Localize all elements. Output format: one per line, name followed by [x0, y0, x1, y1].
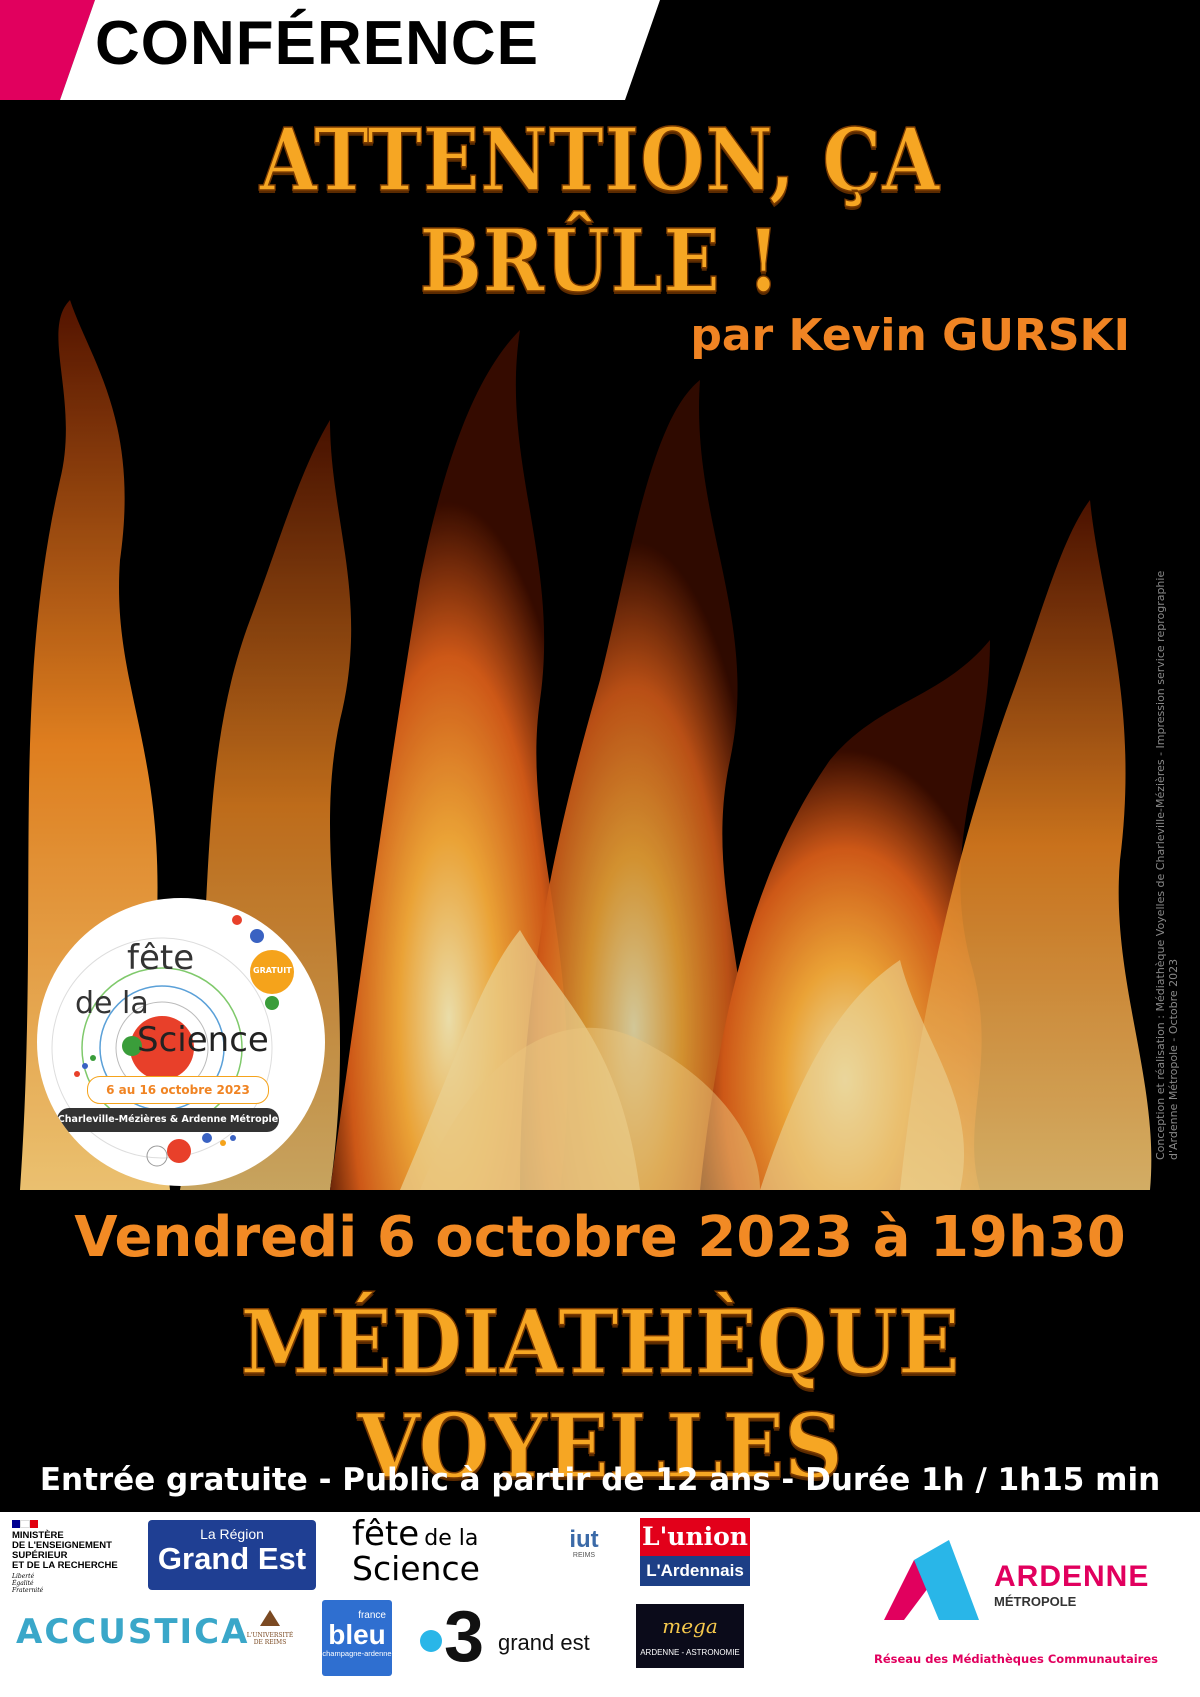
grand-est-logo: La Région Grand Est: [148, 1520, 316, 1590]
blue-dot-icon: [420, 1630, 442, 1652]
region-big: Grand Est: [157, 1541, 307, 1576]
event-info: Entrée gratuite - Public à partir de 12 …: [39, 1462, 1161, 1498]
crest-icon: [260, 1610, 280, 1626]
lunion-logo: L'union L'Ardennais: [640, 1518, 750, 1588]
fete-word: fête: [352, 1514, 420, 1554]
ardennais-word: L'Ardennais: [640, 1556, 750, 1586]
france3-logo: 3 grand est: [418, 1597, 608, 1677]
science-word: Science: [352, 1549, 480, 1588]
ardenne-metropole-logo: ARDENNE MÉTROPOLE Réseau des Médiathèque…: [870, 1540, 1190, 1690]
badge-fete: fête: [127, 938, 195, 978]
urca-logo: L'UNIVERSITÉ DE REIMS: [242, 1608, 298, 1646]
flag-icon: [12, 1520, 38, 1528]
event-date: Vendredi 6 octobre 2023 à 19h30: [74, 1205, 1126, 1270]
metropole-word: MÉTROPOLE: [994, 1594, 1077, 1609]
motto-2: Égalité: [12, 1580, 34, 1587]
iut-sub: REIMS: [572, 1552, 596, 1559]
badge-dates: 6 au 16 octobre 2023: [87, 1076, 269, 1104]
reseau-text: Réseau des Médiathèques Communautaires: [874, 1652, 1159, 1666]
poster-title: ATTENTION, ÇA BRÛLE !: [259, 109, 941, 313]
fete-science-badge: fête de la Science GRATUIT 6 au 16 octob…: [37, 898, 325, 1186]
ardenne-word: ARDENNE: [994, 1560, 1150, 1593]
france-bleu-logo: france bleu champagne-ardenne: [322, 1600, 392, 1676]
union-word: L'union: [640, 1518, 750, 1556]
motto-1: Liberté: [12, 1573, 35, 1580]
motto-3: Fraternité: [12, 1587, 44, 1594]
badge-place: Charleville-Mézières & Ardenne Métrople: [57, 1108, 279, 1132]
iut-logo: iut REIMS: [558, 1526, 610, 1560]
omega-sub: ARDENNE - ASTRONOMIE: [640, 1648, 740, 1657]
sponsor-footer: MINISTÈRE DE L'ENSEIGNEMENT SUPÉRIEUR ET…: [0, 1512, 1200, 1697]
fete-science-logo: fête de la Science: [352, 1514, 522, 1588]
credit-text: Conception et réalisation : Médiathèque …: [1154, 570, 1180, 1160]
bleu-sub: champagne-ardenne: [322, 1649, 392, 1658]
urca-text: L'UNIVERSITÉ DE REIMS: [246, 1632, 294, 1646]
badge-de-la: de la: [75, 986, 149, 1021]
region-small: La Région: [200, 1526, 264, 1542]
iut-word: iut: [569, 1526, 599, 1553]
ministere-logo: MINISTÈRE DE L'ENSEIGNEMENT SUPÉRIEUR ET…: [12, 1520, 142, 1594]
omega-logo: mega ARDENNE - ASTRONOMIE: [636, 1604, 744, 1668]
ministere-line-4: ET DE LA RECHERCHE: [12, 1560, 118, 1571]
bleu-small: france: [358, 1610, 386, 1621]
conference-label: CONFÉRENCE: [95, 9, 540, 78]
de-la-word: de la: [424, 1526, 479, 1551]
ardenne-shape-icon: [884, 1540, 979, 1620]
bleu-big: bleu: [328, 1619, 386, 1650]
omega-word: mega: [662, 1614, 718, 1638]
speaker-byline: par Kevin GURSKI: [690, 310, 1130, 361]
badge-free: GRATUIT: [253, 966, 292, 975]
badge-science: Science: [137, 1020, 269, 1060]
accustica-logo: ACCUSTICA: [16, 1612, 250, 1652]
f3-number: 3: [444, 1597, 485, 1677]
f3-text: grand est: [498, 1630, 590, 1655]
